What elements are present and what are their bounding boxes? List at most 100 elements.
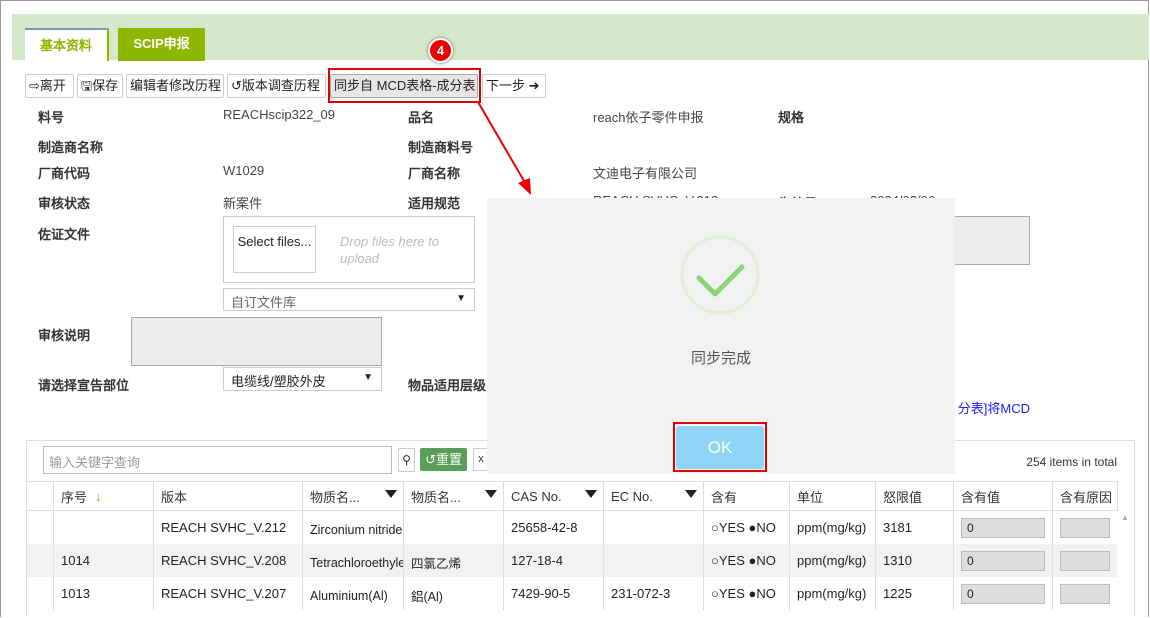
filter-icon[interactable] [485,490,497,498]
sync-complete-dialog: 同步完成 OK [487,198,955,474]
cell-name_cn [404,511,504,544]
cell-name_cn: 四氯乙烯 [404,544,504,577]
column-header[interactable]: 序号 ↓ [54,482,154,510]
cell-unit: ppm(mg/kg) [790,544,876,577]
radio-no[interactable]: ●NO [749,553,776,568]
column-header[interactable]: 含有值 [954,482,1053,510]
cell-value: 0 [954,577,1053,610]
filter-icon[interactable] [685,490,697,498]
radio-no[interactable]: ●NO [749,586,776,601]
cell-unit: ppm(mg/kg) [790,577,876,610]
select-files-button[interactable]: Select files... [233,226,316,273]
column-header[interactable]: 含有 [704,482,790,510]
column-header-label: 含有原因 [1060,489,1113,505]
column-header-label: 版本 [161,489,188,505]
review-status-label: 审核状态 [38,196,91,211]
total-count: 254 items in total [1026,455,1117,469]
vendor-name-label: 厂商名称 [408,166,461,181]
content-value-input[interactable]: 0 [961,583,1045,604]
scroll-up-icon: ▲ [1121,513,1129,522]
column-header[interactable]: 含有原因 [1053,482,1118,510]
column-header-label: 含有 [711,489,738,505]
column-header[interactable]: 物质名... [404,482,504,510]
cell-name_en: Tetrachloroethylene [303,544,404,577]
cell-ec [604,544,704,577]
radio-yes[interactable]: ○YES [711,520,745,535]
search-icon: ⚲ [402,453,411,467]
cell-reason [1053,511,1118,544]
review-note-label: 审核说明 [38,328,91,343]
mfr-name-label: 制造商名称 [38,140,104,155]
scrollbar[interactable]: ▲ [1117,511,1134,618]
sort-desc-icon[interactable]: ↓ [95,489,102,504]
column-header-label: 怒限值 [883,489,923,505]
dropdown-arrow-icon: ▼ [456,293,466,304]
mfr-part-label: 制造商料号 [408,140,474,155]
cell-no: 1013 [54,577,154,610]
part-no-label: 料号 [38,110,65,125]
cell-name_en: Aluminium(Al) [303,577,404,610]
vendor-code-label: 厂商代码 [38,166,91,181]
content-value-input[interactable]: 0 [961,517,1045,538]
dropdown-arrow-icon: ▼ [363,372,373,383]
column-header[interactable]: 物质名... [303,482,404,510]
undo-icon: ↺ [425,452,436,467]
cell-radio: ○YES ●NO [704,511,790,544]
column-header [27,482,54,510]
library-select[interactable]: 自订文件库 ▼ [223,288,475,311]
table-row: 1014REACH SVHC_V.208Tetrachloroethylene四… [27,544,1118,577]
cell-ec [604,511,704,544]
content-reason-input[interactable] [1060,583,1110,604]
radio-yes[interactable]: ○YES [711,586,745,601]
cell-blank [27,511,54,544]
name-value: reach依子零件申报 [593,110,704,125]
column-header-label: 序号 [61,489,88,505]
part-no-value: REACHscip322_09 [223,107,336,122]
vendor-code-value: W1029 [223,163,265,178]
excel-icon: x [478,453,484,465]
column-header-label: CAS No. [511,488,562,504]
column-header-label: 物质名... [411,489,461,505]
column-header[interactable]: 版本 [154,482,303,510]
part-select[interactable]: 电缆线/塑胶外皮 ▼ [223,367,382,391]
content-reason-input[interactable] [1060,550,1110,571]
cell-radio: ○YES ●NO [704,577,790,610]
column-header[interactable]: CAS No. [504,482,604,510]
search-button[interactable]: ⚲ [398,448,415,472]
column-header-label: 物质名... [310,489,360,505]
cell-version: REACH SVHC_V.207 [154,577,303,610]
review-note-textarea[interactable] [131,317,382,366]
cell-cas: 7429-90-5 [504,577,604,610]
content-value-input[interactable]: 0 [961,550,1045,571]
vendor-name-value: 文迪电子有限公司 [593,166,698,181]
filter-icon[interactable] [585,490,597,498]
cell-ec: 231-072-3 [604,577,704,610]
table-row: REACH SVHC_V.212 Zirconium nitride 25658-4… [27,511,1118,544]
filter-icon[interactable] [385,490,397,498]
cell-version: REACH SVHC_V.212 [154,511,303,544]
upload-dropzone[interactable]: Select files... Drop files here to uploa… [223,216,475,283]
reset-button[interactable]: ↺重置 [420,448,467,471]
cell-name_cn: 鋁(Al) [404,577,504,610]
column-header[interactable]: 怒限值 [876,482,954,510]
drop-hint: Drop files here to upload [340,234,439,266]
radio-yes[interactable]: ○YES [711,553,745,568]
cell-value: 0 [954,544,1053,577]
cell-no: 1014 [54,544,154,577]
dialog-message: 同步完成 [690,350,751,367]
table-row: 1013 REACH SVHC_V.207 Aluminium(Al) 鋁(Al) 74… [27,577,1118,610]
grid-header: 序号 ↓ 版本 物质名... 物质名... CAS No. EC No. 含有 单位 怒限值 含有… [27,481,1118,511]
column-header[interactable]: EC No. [604,482,704,510]
cell-cas: 127-18-4 [504,544,604,577]
review-status-value: 新案件 [223,196,263,211]
cell-radio: ○YES ●NO [704,544,790,577]
level-label: 物品适用层级 [408,378,487,393]
column-header[interactable]: 单位 [790,482,876,510]
cell-value: 0 [954,511,1053,544]
content-reason-input[interactable] [1060,517,1110,538]
search-input[interactable]: 输入关键字查询 [43,446,392,474]
cell-limit: 1310 [876,544,954,577]
radio-no[interactable]: ●NO [749,520,776,535]
evidence-label: 佐证文件 [38,227,91,242]
cell-unit: ppm(mg/kg) [790,511,876,544]
